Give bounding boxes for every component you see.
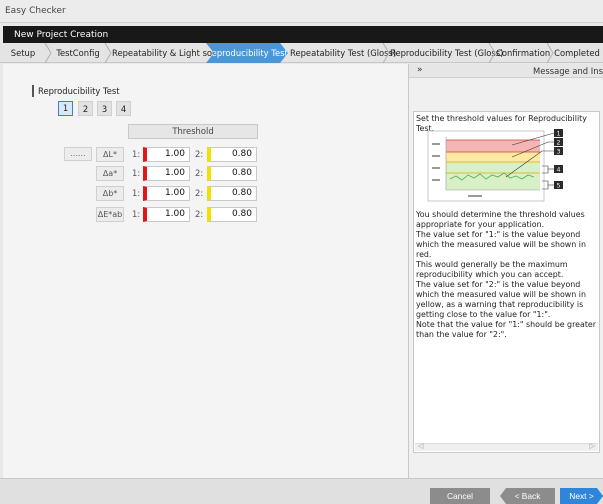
window-title: Easy Checker: [5, 6, 66, 16]
message-panel-title: Message and Instructio: [533, 66, 603, 76]
level-1-label: 1:: [132, 149, 141, 159]
scroll-left-icon[interactable]: ◁: [418, 442, 423, 450]
window-titlebar: Easy Checker: [0, 0, 603, 23]
callout-4: 4: [557, 166, 561, 173]
footer-bar: Cancel < Back Next >: [0, 478, 603, 504]
horizontal-scrollbar[interactable]: ◁ ▷: [415, 442, 598, 451]
callout-2: 2: [557, 139, 561, 146]
chevron-right-icon: [104, 43, 112, 63]
step-repeatability-light-source[interactable]: Repeatability & Light source: [112, 43, 230, 63]
page-title: New Project Creation: [14, 30, 109, 40]
cancel-button[interactable]: Cancel: [430, 488, 490, 504]
message-paragraph: This would generally be the maximum repr…: [416, 260, 568, 279]
chevron-right-icon: [382, 43, 390, 63]
step-testconfig[interactable]: TestConfig: [52, 43, 104, 63]
next-button[interactable]: Next >: [560, 488, 603, 504]
collapse-panel-button[interactable]: »: [417, 65, 423, 75]
message-body: You should determine the threshold value…: [416, 210, 598, 340]
step-reproducibility-test[interactable]: Reproducibility Test: [206, 43, 288, 63]
level-2-label: 2:: [195, 168, 204, 178]
chevron-right-icon: [546, 43, 554, 63]
level-1-label: 1:: [132, 168, 141, 178]
message-box: Set the threshold values for Reproducibi…: [413, 111, 600, 453]
callout-5: 5: [557, 182, 561, 189]
threshold-1-input[interactable]: 1.00: [143, 186, 190, 201]
threshold-2-input[interactable]: 0.80: [207, 186, 257, 201]
step-repeatability-test-gloss[interactable]: Repeatability Test (Gloss): [290, 43, 396, 63]
scroll-right-icon[interactable]: ▷: [590, 442, 595, 450]
step-setup[interactable]: Setup: [2, 43, 44, 63]
message-paragraph: The value set for "2:" is the value beyo…: [416, 280, 586, 319]
threshold-2-input[interactable]: 0.80: [207, 147, 257, 162]
subtab-4[interactable]: 4: [116, 101, 131, 116]
level-2-label: 2:: [195, 209, 204, 219]
subtab-3[interactable]: 3: [97, 101, 112, 116]
all-metrics-button[interactable]: ......: [64, 147, 92, 161]
threshold-2-input[interactable]: 0.80: [207, 207, 257, 222]
threshold-header: Threshold: [128, 124, 258, 139]
subtab-2[interactable]: 2: [78, 101, 93, 116]
chevron-right-icon: [44, 43, 52, 63]
metric-db-button[interactable]: Δb*: [96, 186, 124, 201]
level-2-label: 2:: [195, 149, 204, 159]
level-1-label: 1:: [132, 188, 141, 198]
callout-1: 1: [557, 130, 561, 137]
message-paragraph: Note that the value for "1:" should be g…: [416, 320, 597, 339]
message-paragraph: The value set for "1:" is the value beyo…: [416, 230, 586, 259]
metric-da-button[interactable]: Δa*: [96, 166, 124, 181]
threshold-illustration: 1 2 3 4 5: [427, 129, 563, 202]
callout-3: 3: [557, 148, 561, 155]
section-title: Reproducibility Test: [32, 85, 120, 97]
page-header: New Project Creation: [3, 26, 603, 43]
message-paragraph: You should determine the threshold value…: [416, 210, 585, 229]
back-button[interactable]: < Back: [500, 488, 555, 504]
level-1-label: 1:: [132, 209, 141, 219]
subtab-1[interactable]: 1: [58, 101, 73, 116]
wizard-steps: Setup TestConfig Repeatability & Light s…: [0, 43, 603, 63]
chevron-right-icon: [488, 43, 496, 63]
threshold-2-input[interactable]: 0.80: [207, 166, 257, 181]
step-reproducibility-test-gloss[interactable]: Reproducibility Test (Gloss): [390, 43, 503, 63]
step-completed[interactable]: Completed: [554, 43, 600, 63]
message-panel-header: » Message and Instructio: [409, 64, 603, 78]
step-confirmation[interactable]: Confirmation: [496, 43, 550, 63]
threshold-1-input[interactable]: 1.00: [143, 207, 190, 222]
metric-de-button[interactable]: ΔE*ab: [96, 207, 124, 222]
message-panel: » Message and Instructio Set the thresho…: [408, 64, 603, 478]
threshold-1-input[interactable]: 1.00: [143, 166, 190, 181]
threshold-1-input[interactable]: 1.00: [143, 147, 190, 162]
metric-dl-button[interactable]: ΔL*: [96, 147, 124, 162]
level-2-label: 2:: [195, 188, 204, 198]
